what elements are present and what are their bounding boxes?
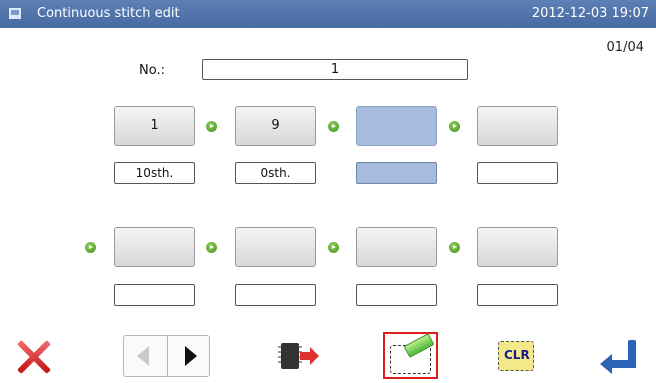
next-page-button[interactable]	[168, 336, 210, 376]
confirm-button[interactable]	[598, 334, 644, 378]
stitch-count-8[interactable]	[477, 284, 558, 306]
stitch-count-3[interactable]	[356, 162, 437, 184]
arrow-right-icon	[328, 242, 339, 253]
title-bar: Continuous stitch edit 2012-12-03 19:07	[0, 0, 656, 28]
stitch-count-7[interactable]	[356, 284, 437, 306]
arrow-right-icon	[449, 121, 460, 132]
triangle-left-icon	[137, 346, 149, 366]
previous-page-button[interactable]	[124, 336, 167, 376]
stitch-button-1[interactable]: 1	[114, 106, 195, 146]
stitch-button-3[interactable]	[356, 106, 437, 146]
stitch-count-1[interactable]: 10sth.	[114, 162, 195, 184]
stitch-button-4[interactable]	[477, 106, 558, 146]
stitch-count-6[interactable]	[235, 284, 316, 306]
clear-button[interactable]: CLR	[494, 334, 540, 378]
window-title: Continuous stitch edit	[37, 6, 180, 21]
stitch-button-5[interactable]	[114, 227, 195, 267]
enter-arrow-head	[600, 354, 612, 374]
monitor-icon	[9, 8, 21, 19]
enter-arrow-stem	[610, 360, 636, 368]
import-button[interactable]	[278, 334, 322, 378]
red-arrow-icon	[300, 347, 319, 365]
arrow-right-icon	[328, 121, 339, 132]
triangle-right-icon	[185, 346, 197, 366]
stitch-button-8[interactable]	[477, 227, 558, 267]
stitch-button-7[interactable]	[356, 227, 437, 267]
cancel-button[interactable]	[11, 334, 55, 378]
arrow-right-icon	[85, 242, 96, 253]
chip-import-icon	[278, 343, 302, 369]
stitch-button-6[interactable]	[235, 227, 316, 267]
stitch-count-2[interactable]: 0sth.	[235, 162, 316, 184]
clear-label: CLR	[504, 348, 530, 362]
number-field[interactable]: 1	[202, 59, 468, 80]
arrow-right-icon	[449, 242, 460, 253]
stitch-count-5[interactable]	[114, 284, 195, 306]
stitch-count-4[interactable]	[477, 162, 558, 184]
page-indicator: 01/04	[606, 40, 644, 55]
arrow-right-icon	[206, 242, 217, 253]
number-label: No.:	[139, 63, 165, 78]
stitch-button-2[interactable]: 9	[235, 106, 316, 146]
page-navigation	[123, 335, 210, 377]
datetime: 2012-12-03 19:07	[531, 6, 649, 21]
erase-button[interactable]	[383, 332, 438, 379]
arrow-right-icon	[206, 121, 217, 132]
